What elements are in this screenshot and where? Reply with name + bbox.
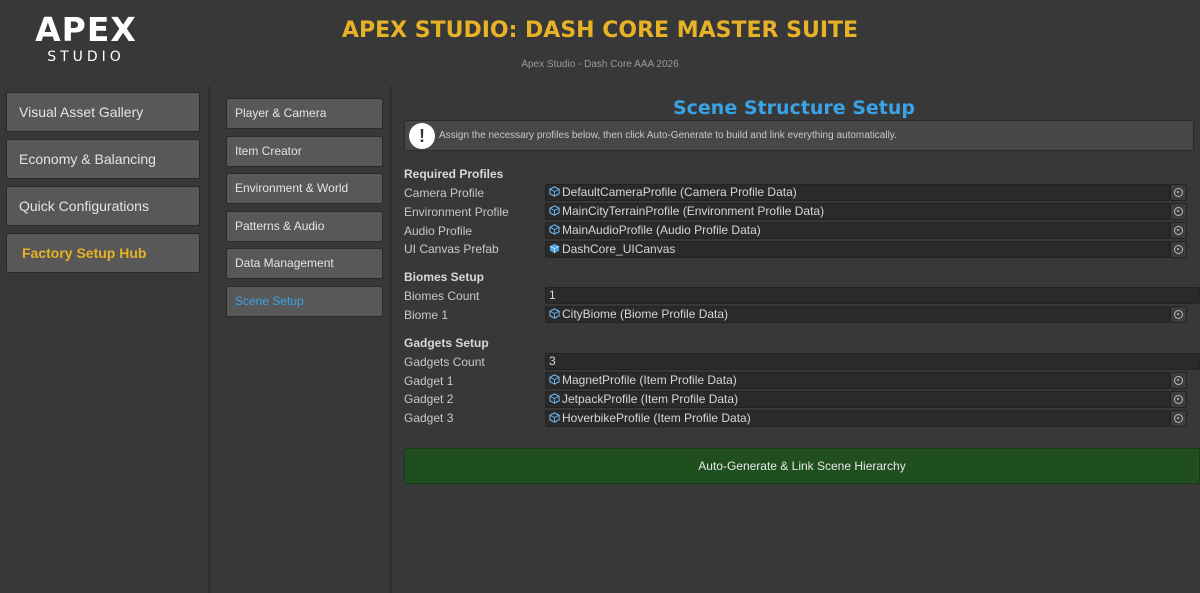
ui-canvas-prefab-value: DashCore_UICanvas [562, 242, 676, 256]
prefab-icon [549, 243, 560, 254]
environment-profile-label: Environment Profile [404, 205, 509, 219]
gadget-1-label: Gadget 1 [404, 374, 454, 388]
gadgets-count-input[interactable]: 3 [545, 353, 1200, 370]
app-subtitle: Apex Studio - Dash Core AAA 2026 [521, 59, 679, 70]
environment-profile-field[interactable]: MainCityTerrainProfile (Environment Prof… [545, 203, 1170, 220]
scriptable-object-icon [549, 308, 560, 319]
scriptable-object-icon [549, 186, 560, 197]
submenu-sidebar: Player & Camera Item Creator Environment… [212, 86, 392, 593]
scriptable-object-icon [549, 374, 560, 385]
submenu-item-creator[interactable]: Item Creator [226, 136, 383, 167]
object-picker-icon [1174, 245, 1183, 254]
object-picker-icon [1174, 395, 1183, 404]
audio-profile-picker[interactable] [1170, 222, 1187, 239]
category-quick-configurations[interactable]: Quick Configurations [6, 186, 200, 226]
scriptable-object-icon [549, 412, 560, 423]
info-text: Assign the necessary profiles below, the… [439, 130, 897, 141]
category-sidebar: Visual Asset Gallery Economy & Balancing… [0, 86, 210, 593]
logo-main-text: APEX [35, 10, 137, 49]
biome-1-picker[interactable] [1170, 306, 1187, 323]
gadget-2-label: Gadget 2 [404, 392, 454, 406]
scriptable-object-icon [549, 393, 560, 404]
object-picker-icon [1174, 414, 1183, 423]
logo-sub-text: STUDIO [47, 49, 125, 65]
required-profiles-heading: Required Profiles [404, 167, 504, 181]
submenu-player-camera[interactable]: Player & Camera [226, 98, 383, 129]
app-title: APEX STUDIO: DASH CORE MASTER SUITE [341, 18, 859, 43]
gadget-2-field[interactable]: JetpackProfile (Item Profile Data) [545, 391, 1170, 408]
gadget-1-value: MagnetProfile (Item Profile Data) [562, 373, 737, 387]
ui-canvas-prefab-picker[interactable] [1170, 241, 1187, 258]
submenu-data-management[interactable]: Data Management [226, 248, 383, 279]
camera-profile-label: Camera Profile [404, 186, 485, 200]
camera-profile-picker[interactable] [1170, 184, 1187, 201]
gadget-2-value: JetpackProfile (Item Profile Data) [562, 392, 739, 406]
category-visual-asset-gallery[interactable]: Visual Asset Gallery [6, 92, 200, 132]
apex-studio-logo: APEX STUDIO [24, 12, 148, 68]
biomes-count-label: Biomes Count [404, 289, 480, 303]
environment-profile-picker[interactable] [1170, 203, 1187, 220]
gadget-3-label: Gadget 3 [404, 411, 454, 425]
object-picker-icon [1174, 226, 1183, 235]
biome-1-field[interactable]: CityBiome (Biome Profile Data) [545, 306, 1170, 323]
audio-profile-value: MainAudioProfile (Audio Profile Data) [562, 223, 761, 237]
category-economy-balancing[interactable]: Economy & Balancing [6, 139, 200, 179]
category-factory-setup-hub[interactable]: Factory Setup Hub [6, 233, 200, 273]
environment-profile-value: MainCityTerrainProfile (Environment Prof… [562, 204, 825, 218]
gadget-1-picker[interactable] [1170, 372, 1187, 389]
object-picker-icon [1174, 188, 1183, 197]
submenu-scene-setup[interactable]: Scene Setup [226, 286, 383, 317]
ui-canvas-prefab-label: UI Canvas Prefab [404, 242, 499, 256]
section-title: Scene Structure Setup [672, 97, 916, 119]
object-picker-icon [1174, 376, 1183, 385]
audio-profile-label: Audio Profile [404, 224, 473, 238]
gadget-3-picker[interactable] [1170, 410, 1187, 427]
biomes-count-input[interactable]: 1 [545, 287, 1200, 304]
info-icon: ! [409, 123, 435, 149]
scriptable-object-icon [549, 205, 560, 216]
auto-generate-button[interactable]: Auto-Generate & Link Scene Hierarchy [404, 448, 1200, 484]
gadget-3-field[interactable]: HoverbikeProfile (Item Profile Data) [545, 410, 1170, 427]
object-picker-icon [1174, 310, 1183, 319]
ui-canvas-prefab-field[interactable]: DashCore_UICanvas [545, 241, 1170, 258]
info-box: ! Assign the necessary profiles below, t… [404, 120, 1194, 151]
audio-profile-field[interactable]: MainAudioProfile (Audio Profile Data) [545, 222, 1170, 239]
camera-profile-field[interactable]: DefaultCameraProfile (Camera Profile Dat… [545, 184, 1170, 201]
gadget-2-picker[interactable] [1170, 391, 1187, 408]
gadgets-count-label: Gadgets Count [404, 355, 485, 369]
submenu-environment-world[interactable]: Environment & World [226, 173, 383, 204]
biomes-setup-heading: Biomes Setup [404, 270, 485, 284]
biome-1-label: Biome 1 [404, 308, 449, 322]
scene-setup-panel: Scene Structure Setup ! Assign the neces… [394, 86, 1200, 593]
gadget-1-field[interactable]: MagnetProfile (Item Profile Data) [545, 372, 1170, 389]
camera-profile-value: DefaultCameraProfile (Camera Profile Dat… [562, 185, 797, 199]
biome-1-value: CityBiome (Biome Profile Data) [562, 307, 729, 321]
scriptable-object-icon [549, 224, 560, 235]
object-picker-icon [1174, 207, 1183, 216]
gadget-3-value: HoverbikeProfile (Item Profile Data) [562, 411, 751, 425]
gadgets-setup-heading: Gadgets Setup [404, 336, 489, 350]
submenu-patterns-audio[interactable]: Patterns & Audio [226, 211, 383, 242]
header: APEX STUDIO APEX STUDIO: DASH CORE MASTE… [0, 0, 1200, 86]
